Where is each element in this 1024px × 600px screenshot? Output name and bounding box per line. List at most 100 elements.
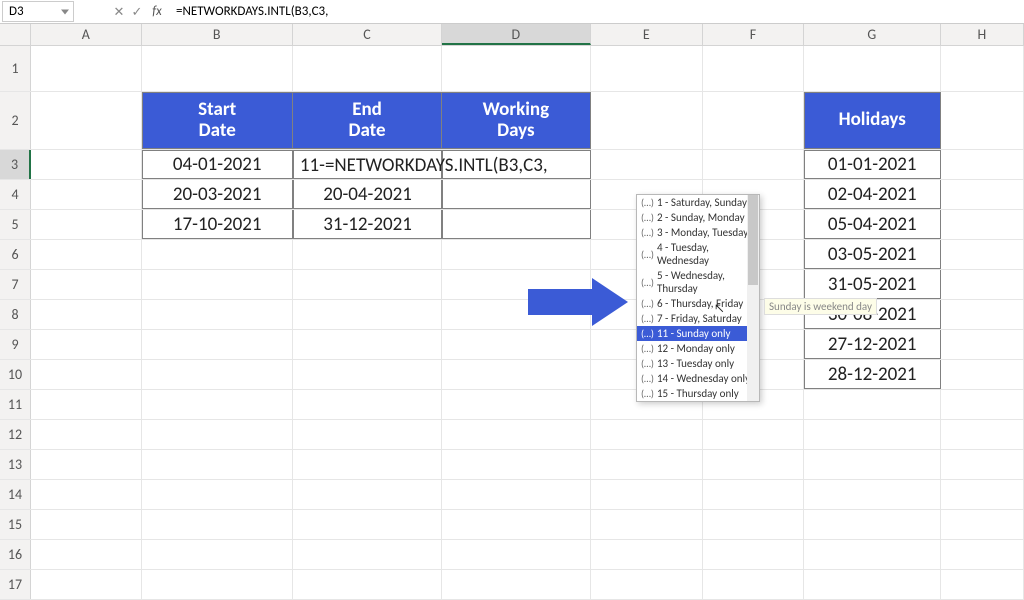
column-header-h[interactable]: H bbox=[941, 24, 1024, 45]
cell-D14[interactable] bbox=[442, 480, 590, 509]
cell-B7[interactable] bbox=[142, 270, 293, 299]
formula-editing-overlay[interactable]: 11-=NETWORKDAYS.INTL(B3,C3, bbox=[300, 154, 548, 177]
cell-H3[interactable] bbox=[941, 150, 1024, 179]
cell-G2[interactable]: Holidays bbox=[804, 92, 941, 149]
cell-C10[interactable] bbox=[293, 360, 442, 389]
cell-C4[interactable]: 20-04-2021 bbox=[293, 180, 442, 209]
cell-E13[interactable] bbox=[591, 450, 703, 479]
fx-icon[interactable]: fx bbox=[146, 4, 168, 19]
cell-B15[interactable] bbox=[142, 510, 293, 539]
cell-G9[interactable]: 27-12-2021 bbox=[804, 330, 941, 359]
cell-D5[interactable] bbox=[442, 210, 590, 239]
row-header[interactable]: 7 bbox=[0, 270, 31, 299]
cell-C8[interactable] bbox=[293, 300, 442, 329]
cell-C13[interactable] bbox=[293, 450, 442, 479]
cell-E16[interactable] bbox=[591, 540, 703, 569]
cell-E17[interactable] bbox=[591, 570, 703, 599]
weekend-option[interactable]: (…)7 - Friday, Saturday bbox=[637, 311, 759, 326]
cell-H9[interactable] bbox=[941, 330, 1024, 359]
column-header-c[interactable]: C bbox=[293, 24, 442, 45]
cell-C14[interactable] bbox=[293, 480, 442, 509]
cell-A10[interactable] bbox=[31, 360, 142, 389]
formula-bar-input[interactable]: =NETWORKDAYS.INTL(B3,C3, bbox=[168, 2, 1024, 21]
cell-G5[interactable]: 05-04-2021 bbox=[804, 210, 941, 239]
cell-G11[interactable] bbox=[804, 390, 941, 419]
cell-E12[interactable] bbox=[591, 420, 703, 449]
column-header-a[interactable]: A bbox=[31, 24, 142, 45]
cell-C3[interactable]: 11-=NETWORKDAYS.INTL(B3,C3, bbox=[293, 150, 442, 179]
row-header[interactable]: 9 bbox=[0, 330, 31, 359]
weekend-option[interactable]: (…)13 - Tuesday only bbox=[637, 356, 759, 371]
cell-D2[interactable]: WorkingDays bbox=[442, 92, 590, 149]
weekend-option[interactable]: (…)12 - Monday only bbox=[637, 341, 759, 356]
cell-G4[interactable]: 02-04-2021 bbox=[804, 180, 941, 209]
column-header-e[interactable]: E bbox=[591, 24, 703, 45]
weekend-option[interactable]: (…)1 - Saturday, Sunday bbox=[637, 195, 759, 210]
weekend-option[interactable]: (…)11 - Sunday only bbox=[637, 326, 759, 341]
cell-F1[interactable] bbox=[703, 46, 804, 91]
cell-C9[interactable] bbox=[293, 330, 442, 359]
row-header[interactable]: 3 bbox=[0, 150, 31, 179]
name-box[interactable]: D3 bbox=[2, 1, 74, 22]
cell-B6[interactable] bbox=[142, 240, 293, 269]
cell-H15[interactable] bbox=[941, 510, 1024, 539]
cell-B13[interactable] bbox=[142, 450, 293, 479]
cell-H7[interactable] bbox=[941, 270, 1024, 299]
row-header[interactable]: 12 bbox=[0, 420, 31, 449]
weekend-option[interactable]: (…)5 - Wednesday, Thursday bbox=[637, 268, 759, 296]
row-header[interactable]: 5 bbox=[0, 210, 31, 239]
cell-H17[interactable] bbox=[941, 570, 1024, 599]
cell-C16[interactable] bbox=[293, 540, 442, 569]
cell-H12[interactable] bbox=[941, 420, 1024, 449]
cell-B12[interactable] bbox=[142, 420, 293, 449]
cell-B17[interactable] bbox=[142, 570, 293, 599]
cell-C2[interactable]: EndDate bbox=[293, 92, 442, 149]
cell-C17[interactable] bbox=[293, 570, 442, 599]
cell-H2[interactable] bbox=[941, 92, 1024, 149]
cell-G7[interactable]: 31-05-2021 bbox=[804, 270, 941, 299]
weekend-option[interactable]: (…)3 - Monday, Tuesday bbox=[637, 225, 759, 240]
column-header-f[interactable]: F bbox=[703, 24, 804, 45]
cell-E3[interactable] bbox=[591, 150, 703, 179]
dropdown-scrollbar[interactable] bbox=[747, 195, 759, 401]
cell-A13[interactable] bbox=[31, 450, 142, 479]
row-header[interactable]: 15 bbox=[0, 510, 31, 539]
cell-E14[interactable] bbox=[591, 480, 703, 509]
cell-B8[interactable] bbox=[142, 300, 293, 329]
cell-H5[interactable] bbox=[941, 210, 1024, 239]
cell-G12[interactable] bbox=[804, 420, 941, 449]
cell-H10[interactable] bbox=[941, 360, 1024, 389]
cell-F13[interactable] bbox=[703, 450, 804, 479]
cell-D10[interactable] bbox=[442, 360, 590, 389]
column-header-g[interactable]: G bbox=[804, 24, 941, 45]
select-all-corner[interactable] bbox=[0, 24, 31, 45]
cell-A7[interactable] bbox=[31, 270, 142, 299]
cell-H11[interactable] bbox=[941, 390, 1024, 419]
cell-G3[interactable]: 01-01-2021 bbox=[804, 150, 941, 179]
cell-H13[interactable] bbox=[941, 450, 1024, 479]
cell-C11[interactable] bbox=[293, 390, 442, 419]
cell-A16[interactable] bbox=[31, 540, 142, 569]
cell-H4[interactable] bbox=[941, 180, 1024, 209]
cell-D1[interactable] bbox=[442, 46, 590, 91]
row-header[interactable]: 1 bbox=[0, 46, 31, 91]
row-header[interactable]: 2 bbox=[0, 92, 31, 149]
cell-D15[interactable] bbox=[442, 510, 590, 539]
cell-B5[interactable]: 17-10-2021 bbox=[142, 210, 293, 239]
row-header[interactable]: 6 bbox=[0, 240, 31, 269]
cell-B2[interactable]: StartDate bbox=[142, 92, 293, 149]
cell-F2[interactable] bbox=[703, 92, 804, 149]
column-header-d[interactable]: D bbox=[442, 24, 590, 45]
cell-D6[interactable] bbox=[442, 240, 590, 269]
cell-B4[interactable]: 20-03-2021 bbox=[142, 180, 293, 209]
cell-B1[interactable] bbox=[142, 46, 293, 91]
cell-F12[interactable] bbox=[703, 420, 804, 449]
row-header[interactable]: 17 bbox=[0, 570, 31, 599]
cell-A6[interactable] bbox=[31, 240, 142, 269]
cell-B14[interactable] bbox=[142, 480, 293, 509]
row-header[interactable]: 4 bbox=[0, 180, 31, 209]
cell-F17[interactable] bbox=[703, 570, 804, 599]
cell-C12[interactable] bbox=[293, 420, 442, 449]
cell-A3[interactable] bbox=[31, 150, 142, 179]
cell-E1[interactable] bbox=[591, 46, 703, 91]
